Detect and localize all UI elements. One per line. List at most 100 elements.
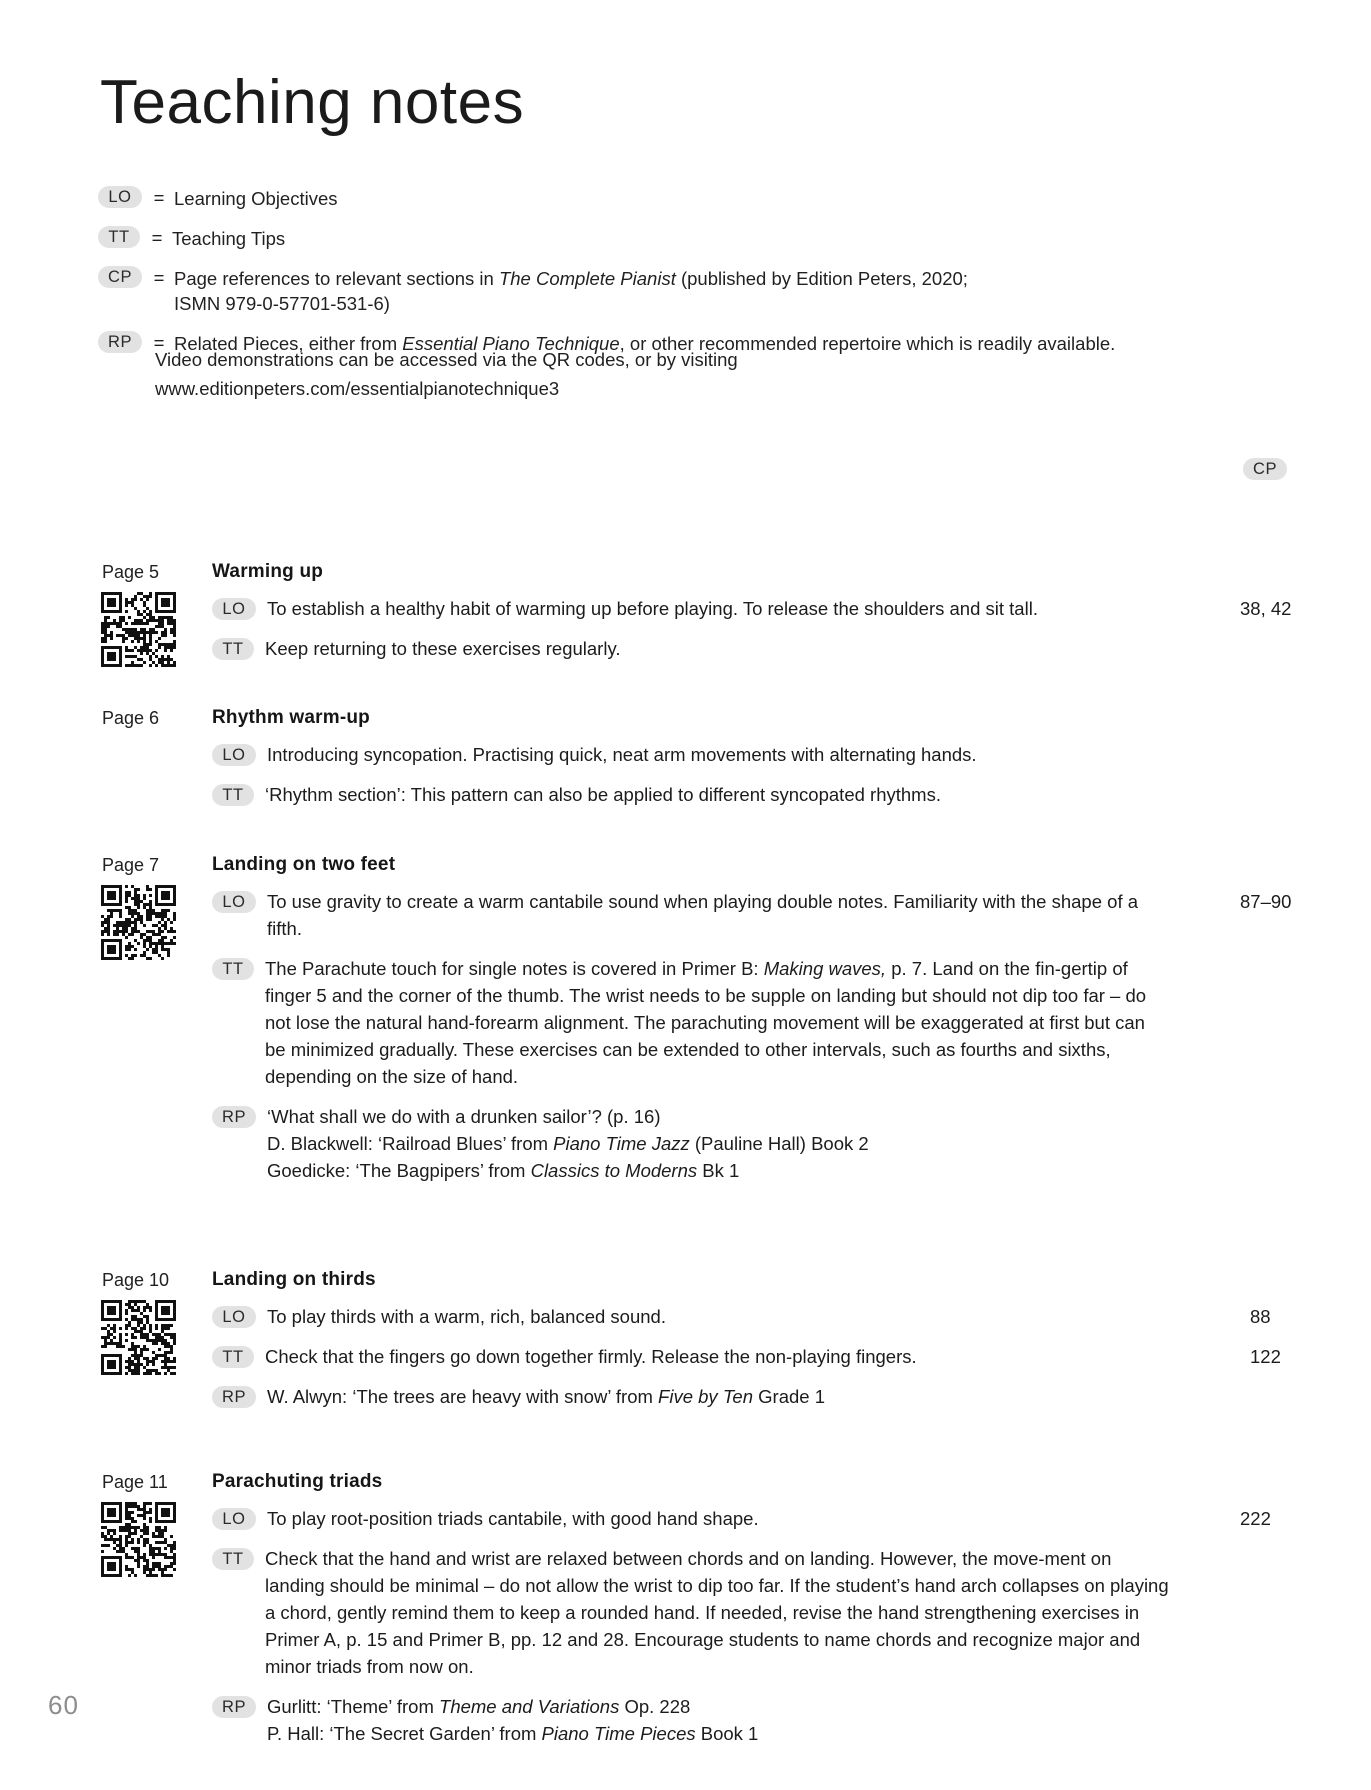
- related-piece-line: Goedicke: ‘The Bagpipers’ from Classics …: [267, 1157, 869, 1184]
- entry-row-text: ‘Rhythm section’: This pattern can also …: [265, 784, 941, 805]
- text-fragment: ‘What shall we do with a drunken sailor’…: [267, 1106, 661, 1127]
- entry-row-lo: LO To play root-position triads cantabile…: [212, 1505, 1212, 1532]
- text-fragment: Goedicke: ‘The Bagpipers’ from: [267, 1160, 531, 1181]
- legend-row-cp: CP = Page references to relevant section…: [98, 266, 1278, 316]
- entry-page-reference: Page 11: [102, 1472, 168, 1492]
- rp-tag: RP: [212, 1106, 256, 1128]
- qr-code-icon[interactable]: [101, 1300, 177, 1376]
- cp-tag: CP: [98, 266, 142, 288]
- related-piece-text: D. Blackwell: ‘Railroad Blues’ from Pian…: [267, 1133, 869, 1154]
- entry-rows: LO Introducing syncopation. Practising qu…: [212, 741, 1212, 808]
- qr-code-icon[interactable]: [101, 885, 177, 961]
- text-fragment: Grade 1: [753, 1386, 825, 1407]
- entry-rows: LO To establish a healthy habit of warmin…: [212, 595, 1212, 662]
- related-piece-line: ‘What shall we do with a drunken sailor’…: [267, 1103, 869, 1130]
- video-note-line1: Video demonstrations can be accessed via…: [155, 349, 738, 370]
- entry-title: Parachuting triads: [212, 1471, 383, 1492]
- video-url[interactable]: www.editionpeters.com/essentialpianotech…: [155, 378, 559, 399]
- related-piece-line: P. Hall: ‘The Secret Garden’ from Piano …: [267, 1720, 758, 1747]
- italic-title: Classics to Moderns: [530, 1160, 698, 1181]
- entry-rows: LO To use gravity to create a warm cantab…: [212, 888, 1212, 1184]
- lo-tag: LO: [212, 1306, 256, 1328]
- text-fragment: P. Hall: ‘The Secret Garden’ from: [267, 1723, 542, 1744]
- italic-title: Piano Time Jazz: [553, 1133, 690, 1154]
- related-piece-text: ‘What shall we do with a drunken sailor’…: [267, 1106, 661, 1127]
- tt-tag: TT: [212, 1346, 254, 1368]
- entry-title: Warming up: [212, 561, 324, 582]
- cp-page-value: 38, 42: [1240, 598, 1292, 619]
- cp-page-value: 222: [1240, 1508, 1271, 1529]
- rp-tag: RP: [212, 1386, 256, 1408]
- qr-code-icon[interactable]: [101, 592, 177, 668]
- entry-row-text: W. Alwyn: ‘The trees are heavy with snow…: [267, 1383, 825, 1410]
- entry-row-tt: TT Check that the hand and wrist are rela…: [212, 1545, 1212, 1680]
- text-fragment: Bk 1: [697, 1160, 740, 1181]
- tt-tag: TT: [212, 638, 254, 660]
- legend-label-tt: Teaching Tips: [172, 228, 286, 249]
- related-piece-text: P. Hall: ‘The Secret Garden’ from Piano …: [267, 1723, 758, 1744]
- entry-row-text: ‘What shall we do with a drunken sailor’…: [267, 1103, 869, 1184]
- entry-row-lo: LO To play thirds with a warm, rich, bala…: [212, 1303, 1212, 1330]
- text-fragment: Book 1: [695, 1723, 759, 1744]
- rp-tag: RP: [212, 1696, 256, 1718]
- italic-title: Piano Time Pieces: [541, 1723, 696, 1744]
- legend-block: LO = Learning Objectives TT = Teaching T…: [98, 186, 1278, 371]
- lo-tag: LO: [212, 598, 256, 620]
- cp-column-header: CP: [1243, 458, 1287, 480]
- cp-page-value: 87–90: [1240, 891, 1292, 912]
- entry-row-lo: LO To use gravity to create a warm cantab…: [212, 888, 1212, 942]
- tt-tag: TT: [212, 1548, 254, 1570]
- italic-title: Theme and Variations: [439, 1696, 620, 1717]
- legend-cp-text-before: Page references to relevant sections in: [174, 268, 499, 289]
- tt-tag: TT: [98, 226, 140, 248]
- text-fragment: Op. 228: [619, 1696, 691, 1717]
- qr-code-icon[interactable]: [101, 1502, 177, 1578]
- entry-row-tt: TT Keep returning to these exercises regu…: [212, 635, 1212, 662]
- entry-row-lo: LO To establish a healthy habit of warmin…: [212, 595, 1212, 622]
- legend-row-lo: LO = Learning Objectives: [98, 186, 1278, 211]
- legend-row-tt: TT = Teaching Tips: [98, 226, 1278, 251]
- italic-title: Making waves,: [763, 958, 887, 979]
- lo-tag: LO: [212, 1508, 256, 1530]
- text-fragment: W. Alwyn: ‘The trees are heavy with snow…: [267, 1386, 659, 1407]
- legend-cp-line2: ISMN 979-0-57701-531-6): [174, 293, 390, 314]
- entry-row-text: Introducing syncopation. Practising quic…: [267, 744, 977, 765]
- entry-row-tt: TT Check that the fingers go down togethe…: [212, 1343, 1212, 1370]
- folio-page-number: 60: [48, 1690, 79, 1720]
- entry-title: Rhythm warm-up: [212, 707, 370, 728]
- related-piece-line: D. Blackwell: ‘Railroad Blues’ from Pian…: [267, 1130, 869, 1157]
- tt-tag: TT: [212, 784, 254, 806]
- entry-row-rich-text: The Parachute touch for single notes is …: [265, 958, 1146, 1087]
- cp-page-value: 88: [1250, 1306, 1271, 1327]
- lo-tag: LO: [212, 744, 256, 766]
- text-fragment: The Parachute touch for single notes is …: [265, 958, 764, 979]
- video-note: Video demonstrations can be accessed via…: [155, 345, 1055, 403]
- entry-row-text: Keep returning to these exercises regula…: [265, 638, 621, 659]
- legend-cp-italic-title: The Complete Pianist: [498, 268, 676, 289]
- entry-row-rp: RP ‘What shall we do with a drunken sailo…: [212, 1103, 1212, 1184]
- related-piece-line: Gurlitt: ‘Theme’ from Theme and Variatio…: [267, 1693, 758, 1720]
- tt-tag: TT: [212, 958, 254, 980]
- legend-equals: =: [153, 187, 165, 208]
- legend-cp-text-after: (published by Edition Peters, 2020;: [675, 268, 968, 289]
- page-title: Teaching notes: [100, 68, 525, 137]
- entry-title: Landing on two feet: [212, 854, 396, 875]
- rp-tag: RP: [98, 331, 142, 353]
- entry-row-tt: TT ‘Rhythm section’: This pattern can als…: [212, 781, 1212, 808]
- text-fragment: D. Blackwell: ‘Railroad Blues’ from: [267, 1133, 554, 1154]
- document-page: Teaching notes LO = Learning Objectives …: [0, 0, 1371, 1790]
- cp-page-value: 122: [1250, 1346, 1281, 1367]
- entry-row-text: Check that the hand and wrist are relaxe…: [265, 1548, 1169, 1677]
- entry-page-reference: Page 6: [102, 708, 160, 728]
- entry-page-reference: Page 5: [102, 562, 160, 582]
- text-fragment: (Pauline Hall) Book 2: [689, 1133, 869, 1154]
- related-piece-text: Gurlitt: ‘Theme’ from Theme and Variatio…: [267, 1696, 690, 1717]
- entry-row-text: To play root-position triads cantabile, …: [267, 1508, 759, 1529]
- entry-rows: LO To play root-position triads cantabile…: [212, 1505, 1212, 1747]
- entry-rows: LO To play thirds with a warm, rich, bala…: [212, 1303, 1212, 1410]
- entry-page-reference: Page 7: [102, 855, 160, 875]
- legend-label-lo: Learning Objectives: [174, 188, 338, 209]
- entry-row-rp: RP W. Alwyn: ‘The trees are heavy with sn…: [212, 1383, 1212, 1410]
- lo-tag: LO: [98, 186, 142, 208]
- entry-row-text: To play thirds with a warm, rich, balanc…: [267, 1306, 666, 1327]
